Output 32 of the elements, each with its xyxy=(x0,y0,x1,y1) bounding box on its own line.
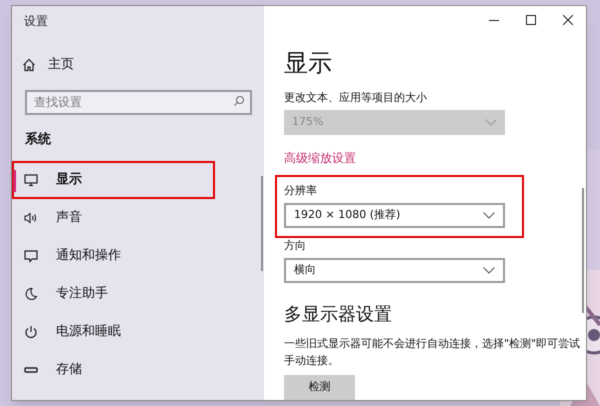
description-text: 一些旧式显示器可能不会进行自动连接，选择"检测"即可尝试手动连接。 xyxy=(284,336,582,369)
nav-item[interactable]: 显示 xyxy=(12,161,215,199)
chevron-down-icon xyxy=(483,212,495,219)
home-link[interactable]: 主页 xyxy=(22,55,74,74)
chevron-down-icon xyxy=(485,119,497,126)
window-title: 设置 xyxy=(24,13,48,30)
dropdown[interactable]: 1920 × 1080 (推荐) xyxy=(284,203,505,228)
search-icon xyxy=(233,95,245,107)
section-heading: 多显示器设置 xyxy=(284,303,393,327)
nav-item[interactable]: 电源和睡眠 xyxy=(12,313,264,351)
close-icon xyxy=(562,15,572,25)
search-field[interactable]: 查找设置 xyxy=(25,90,252,114)
chevron-down-icon xyxy=(483,267,495,274)
scaling-link[interactable]: 高级缩放设置 xyxy=(284,149,356,167)
speaker-icon xyxy=(24,211,38,225)
speech-bubble-icon xyxy=(24,249,38,263)
moon-icon xyxy=(24,287,38,301)
field-label: 分辨率 xyxy=(284,183,318,199)
power-icon xyxy=(24,325,38,339)
nav-item[interactable]: 专注助手 xyxy=(12,275,264,313)
nav-item[interactable]: 通知和操作 xyxy=(12,237,264,275)
detect-button[interactable]: 检测 xyxy=(284,375,355,400)
maximize-icon xyxy=(526,15,536,25)
page-heading: 显示 xyxy=(284,48,333,78)
field-label: 方向 xyxy=(284,238,307,254)
dropdown[interactable]: 横向 xyxy=(284,258,505,283)
nav-item[interactable]: 存储 xyxy=(12,351,264,389)
field-label: 更改文本、应用等项目的大小 xyxy=(284,90,428,106)
nav-item[interactable]: 声音 xyxy=(12,199,264,237)
section-heading: 系统 xyxy=(25,130,51,149)
home-icon xyxy=(22,58,36,72)
monitor-icon xyxy=(24,173,38,187)
